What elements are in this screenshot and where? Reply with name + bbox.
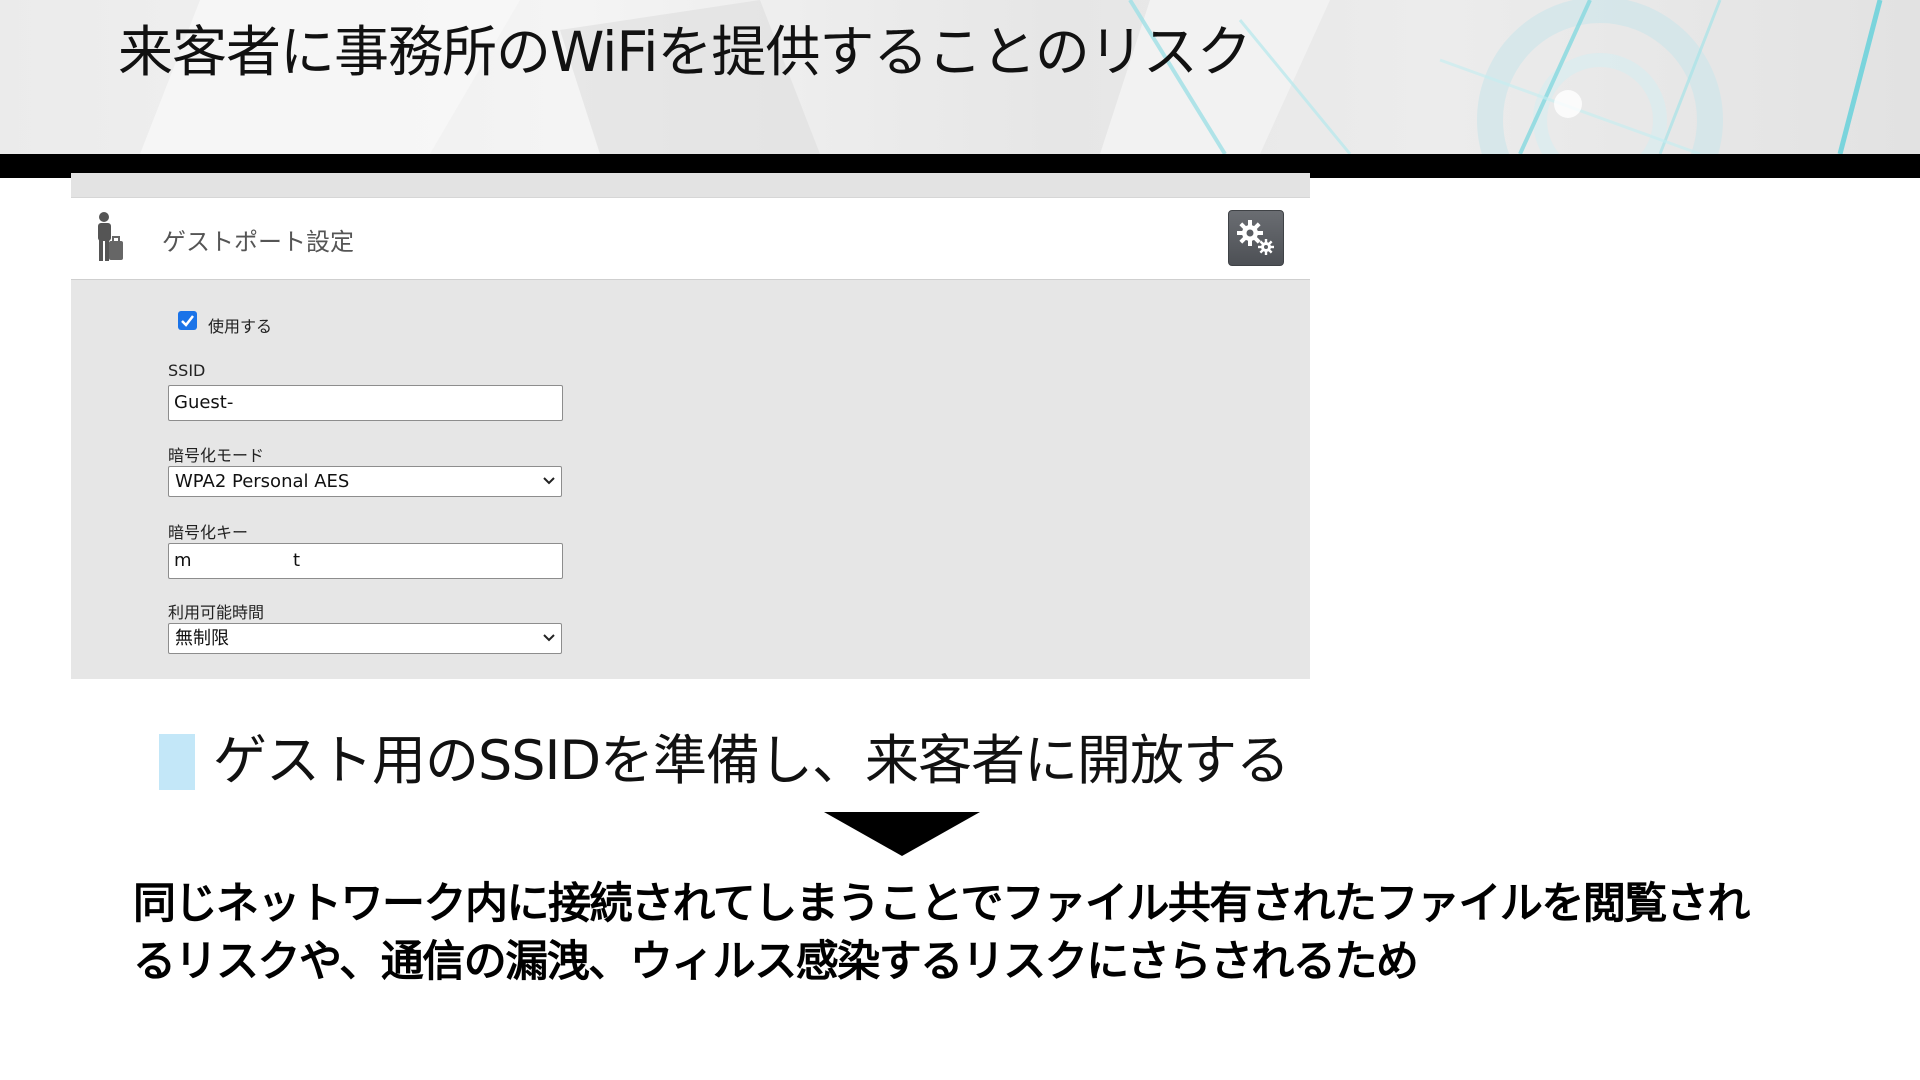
person-with-luggage-icon: [98, 212, 123, 261]
available-time-label: 利用可能時間: [168, 603, 265, 622]
encryption-mode-value: WPA2 Personal AES: [175, 471, 350, 492]
enable-checkbox[interactable]: [178, 311, 197, 330]
gears-icon: [1237, 220, 1274, 255]
bullet-marker: [159, 734, 195, 790]
chevron-down-icon: [543, 477, 555, 485]
panel-title: ゲストポート設定: [162, 228, 354, 256]
slide-title: 来客者に事務所のWiFiを提供することのリスク: [118, 20, 1252, 84]
encryption-mode-select[interactable]: WPA2 Personal AES: [168, 466, 562, 497]
encryption-key-value-end: t: [293, 550, 301, 571]
down-arrow-icon: [824, 812, 980, 856]
settings-button[interactable]: [1228, 210, 1284, 266]
panel-top-strip: [71, 173, 1310, 198]
ssid-label: SSID: [168, 361, 206, 380]
enable-checkbox-label: 使用する: [208, 317, 273, 336]
panel-header: ゲストポート設定: [71, 198, 1310, 280]
available-time-select[interactable]: 無制限: [168, 623, 562, 654]
encryption-key-value-start: m: [174, 550, 192, 571]
ssid-input[interactable]: Guest-: [168, 385, 563, 421]
conclusion-text: 同じネットワーク内に接続されてしまうことでファイル共有されたファイルを閲覧される…: [133, 879, 1750, 987]
encryption-key-input[interactable]: m t: [168, 543, 563, 579]
bullet-text: ゲスト用のSSIDを準備し、来客者に開放する: [213, 729, 1290, 792]
encryption-key-label: 暗号化キー: [168, 523, 249, 542]
enable-checkbox-row[interactable]: 使用する: [178, 309, 438, 336]
chevron-down-icon: [543, 634, 555, 642]
available-time-value: 無制限: [175, 628, 229, 649]
checkmark-icon: [181, 315, 194, 327]
encryption-mode-label: 暗号化モード: [168, 446, 265, 465]
guest-port-settings-panel: ゲストポート設定 使用する SSID Guest- 暗号化モード WPA2 Pe…: [71, 173, 1310, 679]
